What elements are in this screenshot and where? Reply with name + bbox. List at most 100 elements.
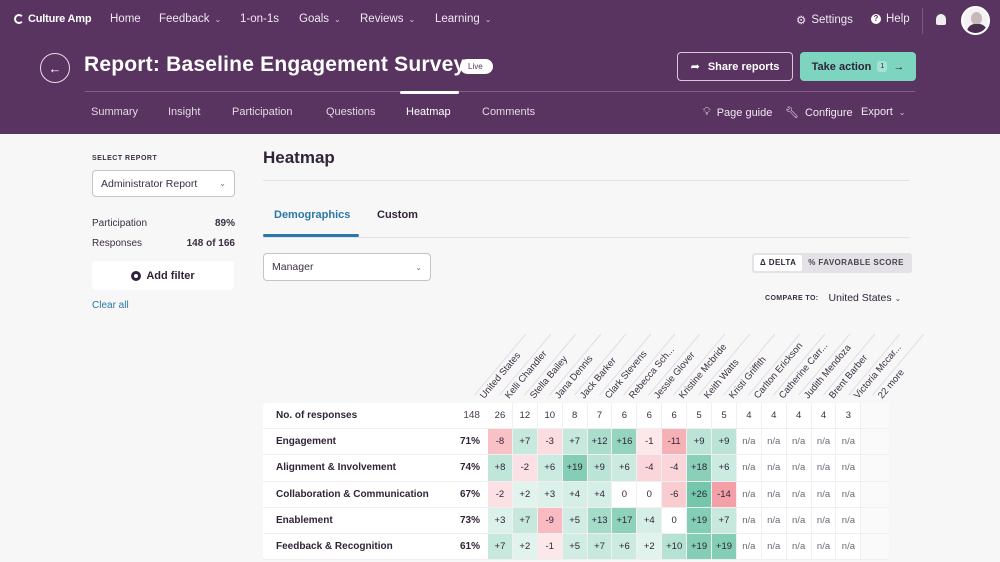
heatmap-cell[interactable]: +5 xyxy=(562,533,588,561)
heatmap-cell[interactable]: +6 xyxy=(612,455,638,482)
heatmap-cell[interactable]: +19 xyxy=(687,507,713,534)
heatmap-cell[interactable]: -3 xyxy=(537,429,563,456)
help-link[interactable]: ? Help xyxy=(871,13,910,25)
heatmap-cell[interactable]: -2 xyxy=(512,455,538,482)
nav-item-goals[interactable]: Goals ⌄ xyxy=(299,13,341,25)
tab-heatmap[interactable]: Heatmap xyxy=(406,106,451,118)
heatmap-cell[interactable]: n/a xyxy=(786,481,812,508)
culture-amp-logo[interactable]: Culture Amp xyxy=(14,13,92,25)
back-button[interactable]: ← xyxy=(40,53,70,83)
nav-item-feedback[interactable]: Feedback ⌄ xyxy=(159,13,221,25)
status-badge[interactable]: Live xyxy=(460,59,493,74)
heatmap-cell[interactable]: +4 xyxy=(562,481,588,508)
settings-link[interactable]: ⚙ Settings xyxy=(796,13,853,27)
heatmap-cell[interactable]: 0 xyxy=(662,507,688,534)
share-reports-button[interactable]: ➦ Share reports xyxy=(677,52,793,81)
heatmap-cell[interactable]: n/a xyxy=(761,455,787,482)
nav-item-reviews[interactable]: Reviews ⌄ xyxy=(360,13,415,25)
question-row-label[interactable]: Alignment & Involvement 74% xyxy=(263,455,488,482)
heatmap-cell[interactable]: -8 xyxy=(488,429,513,456)
heatmap-cell[interactable]: +6 xyxy=(712,455,737,482)
clear-all-link[interactable]: Clear all xyxy=(92,300,129,311)
heatmap-cell[interactable]: +2 xyxy=(512,533,538,561)
heatmap-cell[interactable]: -14 xyxy=(712,481,737,508)
heatmap-cell[interactable]: -4 xyxy=(637,455,663,482)
heatmap-cell[interactable]: n/a xyxy=(786,533,812,561)
favorable-score-toggle-option[interactable]: % FAVORABLE SCORE xyxy=(802,255,910,271)
heatmap-cell[interactable]: n/a xyxy=(786,429,812,456)
heatmap-cell[interactable]: +6 xyxy=(537,455,563,482)
question-row-label[interactable]: Collaboration & Communication 67% xyxy=(263,482,488,508)
heatmap-cell[interactable]: 0 xyxy=(612,481,638,508)
heatmap-cell[interactable]: +7 xyxy=(512,429,538,456)
heatmap-cell[interactable]: +9 xyxy=(712,429,737,456)
heatmap-cell[interactable]: +3 xyxy=(537,481,563,508)
heatmap-cell[interactable]: +7 xyxy=(512,507,538,534)
heatmap-cell[interactable]: -9 xyxy=(537,507,563,534)
heatmap-cell[interactable]: n/a xyxy=(811,429,837,456)
heatmap-cell[interactable]: +7 xyxy=(587,533,613,561)
heatmap-cell[interactable]: n/a xyxy=(836,455,862,482)
heatmap-cell[interactable]: n/a xyxy=(786,455,812,482)
tab-summary[interactable]: Summary xyxy=(91,106,138,118)
heatmap-cell[interactable]: +2 xyxy=(637,533,663,561)
heatmap-cell[interactable]: +13 xyxy=(587,507,613,534)
heatmap-cell[interactable]: -11 xyxy=(662,429,688,456)
heatmap-cell[interactable]: +7 xyxy=(488,533,513,561)
page-guide-link[interactable]: 💡︎ Page guide xyxy=(703,106,772,119)
heatmap-cell[interactable]: n/a xyxy=(736,533,762,561)
heatmap-cell[interactable]: n/a xyxy=(761,481,787,508)
heatmap-cell[interactable]: +3 xyxy=(488,507,513,534)
heatmap-cell[interactable]: -4 xyxy=(662,455,688,482)
heatmap-cell[interactable]: +19 xyxy=(712,533,737,561)
heatmap-cell[interactable]: -1 xyxy=(537,533,563,561)
heatmap-cell[interactable]: n/a xyxy=(811,481,837,508)
heatmap-cell[interactable]: +4 xyxy=(587,481,613,508)
heatmap-cell[interactable]: n/a xyxy=(811,455,837,482)
heatmap-cell[interactable]: n/a xyxy=(786,507,812,534)
heatmap-cell[interactable]: +18 xyxy=(687,455,713,482)
compare-to-selector[interactable]: COMPARE TO: United States ⌄ xyxy=(765,292,901,304)
heatmap-cell[interactable]: n/a xyxy=(761,429,787,456)
tab-custom[interactable]: Custom xyxy=(377,209,418,221)
heatmap-cell[interactable]: n/a xyxy=(811,533,837,561)
heatmap-cell[interactable]: +8 xyxy=(488,455,513,482)
heatmap-cell[interactable]: n/a xyxy=(836,481,862,508)
heatmap-cell[interactable]: +19 xyxy=(562,455,588,482)
heatmap-cell[interactable]: +17 xyxy=(612,507,638,534)
heatmap-cell[interactable]: +26 xyxy=(687,481,713,508)
tab-insight[interactable]: Insight xyxy=(168,106,200,118)
heatmap-cell[interactable]: +19 xyxy=(687,533,713,561)
heatmap-cell[interactable]: n/a xyxy=(736,481,762,508)
group-by-dropdown[interactable]: Manager ⌄ xyxy=(263,253,431,281)
heatmap-cell[interactable]: n/a xyxy=(736,429,762,456)
heatmap-cell[interactable]: +12 xyxy=(587,429,613,456)
heatmap-cell[interactable]: n/a xyxy=(761,533,787,561)
tab-comments[interactable]: Comments xyxy=(482,106,535,118)
heatmap-cell[interactable]: +5 xyxy=(562,507,588,534)
heatmap-cell[interactable]: +16 xyxy=(612,429,638,456)
notification-bell-icon[interactable] xyxy=(936,14,946,25)
heatmap-cell[interactable]: +2 xyxy=(512,481,538,508)
question-row-label[interactable]: Engagement 71% xyxy=(263,429,488,456)
tab-demographics[interactable]: Demographics xyxy=(274,209,350,221)
heatmap-cell[interactable]: n/a xyxy=(836,429,862,456)
heatmap-cell[interactable]: n/a xyxy=(736,455,762,482)
select-report-dropdown[interactable]: Administrator Report ⌄ xyxy=(92,170,235,197)
user-avatar[interactable] xyxy=(961,6,990,35)
heatmap-cell[interactable]: +6 xyxy=(612,533,638,561)
nav-item-learning[interactable]: Learning ⌄ xyxy=(435,13,491,25)
heatmap-cell[interactable]: n/a xyxy=(811,507,837,534)
heatmap-cell[interactable]: n/a xyxy=(836,507,862,534)
delta-toggle-option[interactable]: Δ DELTA xyxy=(754,255,803,271)
nav-item-home[interactable]: Home xyxy=(110,13,141,25)
heatmap-cell[interactable]: +7 xyxy=(712,507,737,534)
add-filter-button[interactable]: Add filter xyxy=(92,261,234,290)
heatmap-cell[interactable]: n/a xyxy=(736,507,762,534)
heatmap-cell[interactable]: +7 xyxy=(562,429,588,456)
heatmap-cell[interactable]: +10 xyxy=(662,533,688,561)
tab-questions[interactable]: Questions xyxy=(326,106,376,118)
tab-participation[interactable]: Participation xyxy=(232,106,293,118)
score-mode-toggle[interactable]: Δ DELTA % FAVORABLE SCORE xyxy=(752,253,912,273)
compare-to-value[interactable]: United States ⌄ xyxy=(829,292,902,304)
